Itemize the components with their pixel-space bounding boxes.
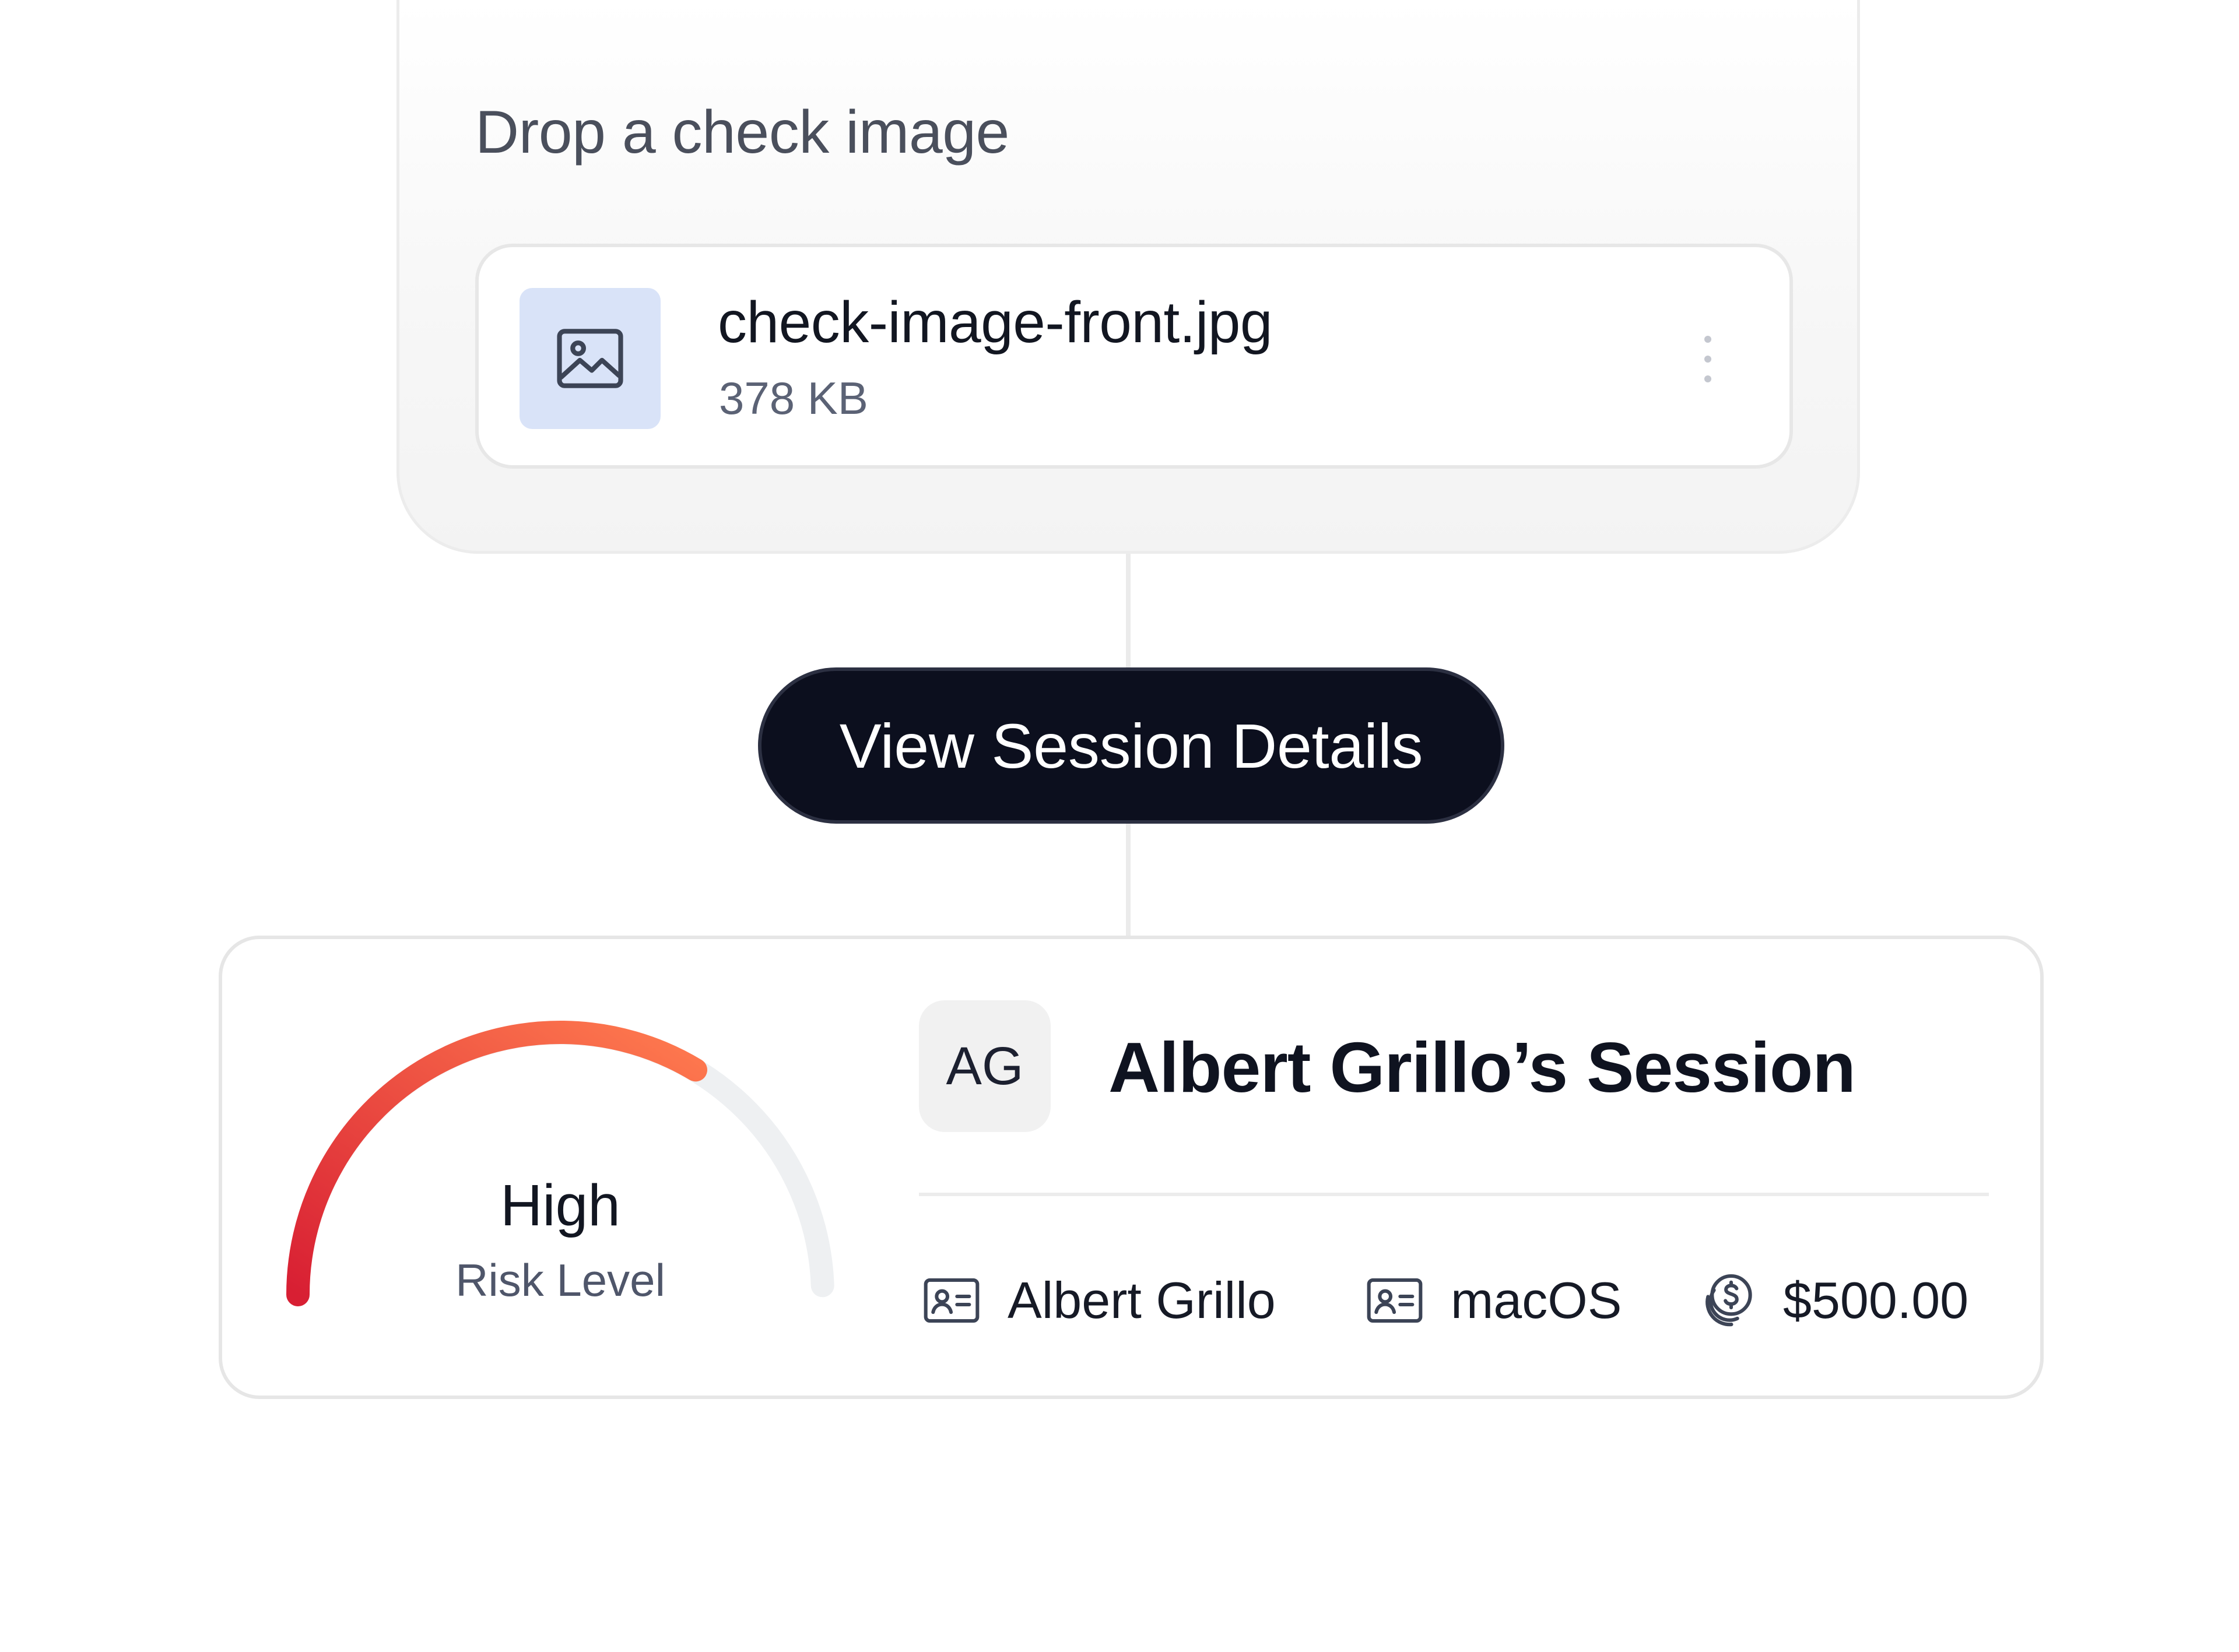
image-icon — [557, 329, 623, 388]
session-user: Albert Grillo — [919, 1268, 1276, 1333]
page: Drop a check image check-image-front.jpg… — [0, 0, 2239, 1652]
more-vertical-icon[interactable] — [1701, 336, 1715, 382]
view-session-details-button[interactable]: View Session Details — [758, 667, 1504, 824]
risk-level-label: Risk Level — [455, 1254, 665, 1306]
avatar: AG — [919, 1000, 1051, 1132]
file-size: 378 KB — [719, 372, 868, 424]
session-amount: $500.00 — [1694, 1268, 1968, 1333]
session-os-name: macOS — [1451, 1271, 1622, 1329]
connector-line — [1126, 822, 1131, 939]
id-card-icon — [919, 1267, 987, 1334]
session-os: macOS — [1362, 1268, 1622, 1333]
session-card: High Risk Level AG Albert Grillo’s Sessi… — [219, 936, 2044, 1399]
coins-dollar-icon — [1694, 1267, 1762, 1334]
session-amount-value: $500.00 — [1783, 1271, 1969, 1329]
session-user-name: Albert Grillo — [1008, 1271, 1276, 1329]
id-card-icon — [1362, 1267, 1430, 1334]
risk-gauge: High Risk Level — [283, 1006, 837, 1333]
connector-line — [1126, 554, 1131, 670]
upload-dropzone[interactable]: Drop a check image check-image-front.jpg… — [396, 0, 1860, 554]
dropzone-title: Drop a check image — [475, 99, 1009, 166]
file-thumbnail — [520, 288, 661, 429]
uploaded-file-card[interactable]: check-image-front.jpg 378 KB — [475, 244, 1793, 469]
session-title: Albert Grillo’s Session — [1108, 1028, 1856, 1107]
risk-level-value: High — [500, 1173, 620, 1238]
divider — [919, 1193, 1989, 1196]
file-name: check-image-front.jpg — [718, 290, 1273, 355]
